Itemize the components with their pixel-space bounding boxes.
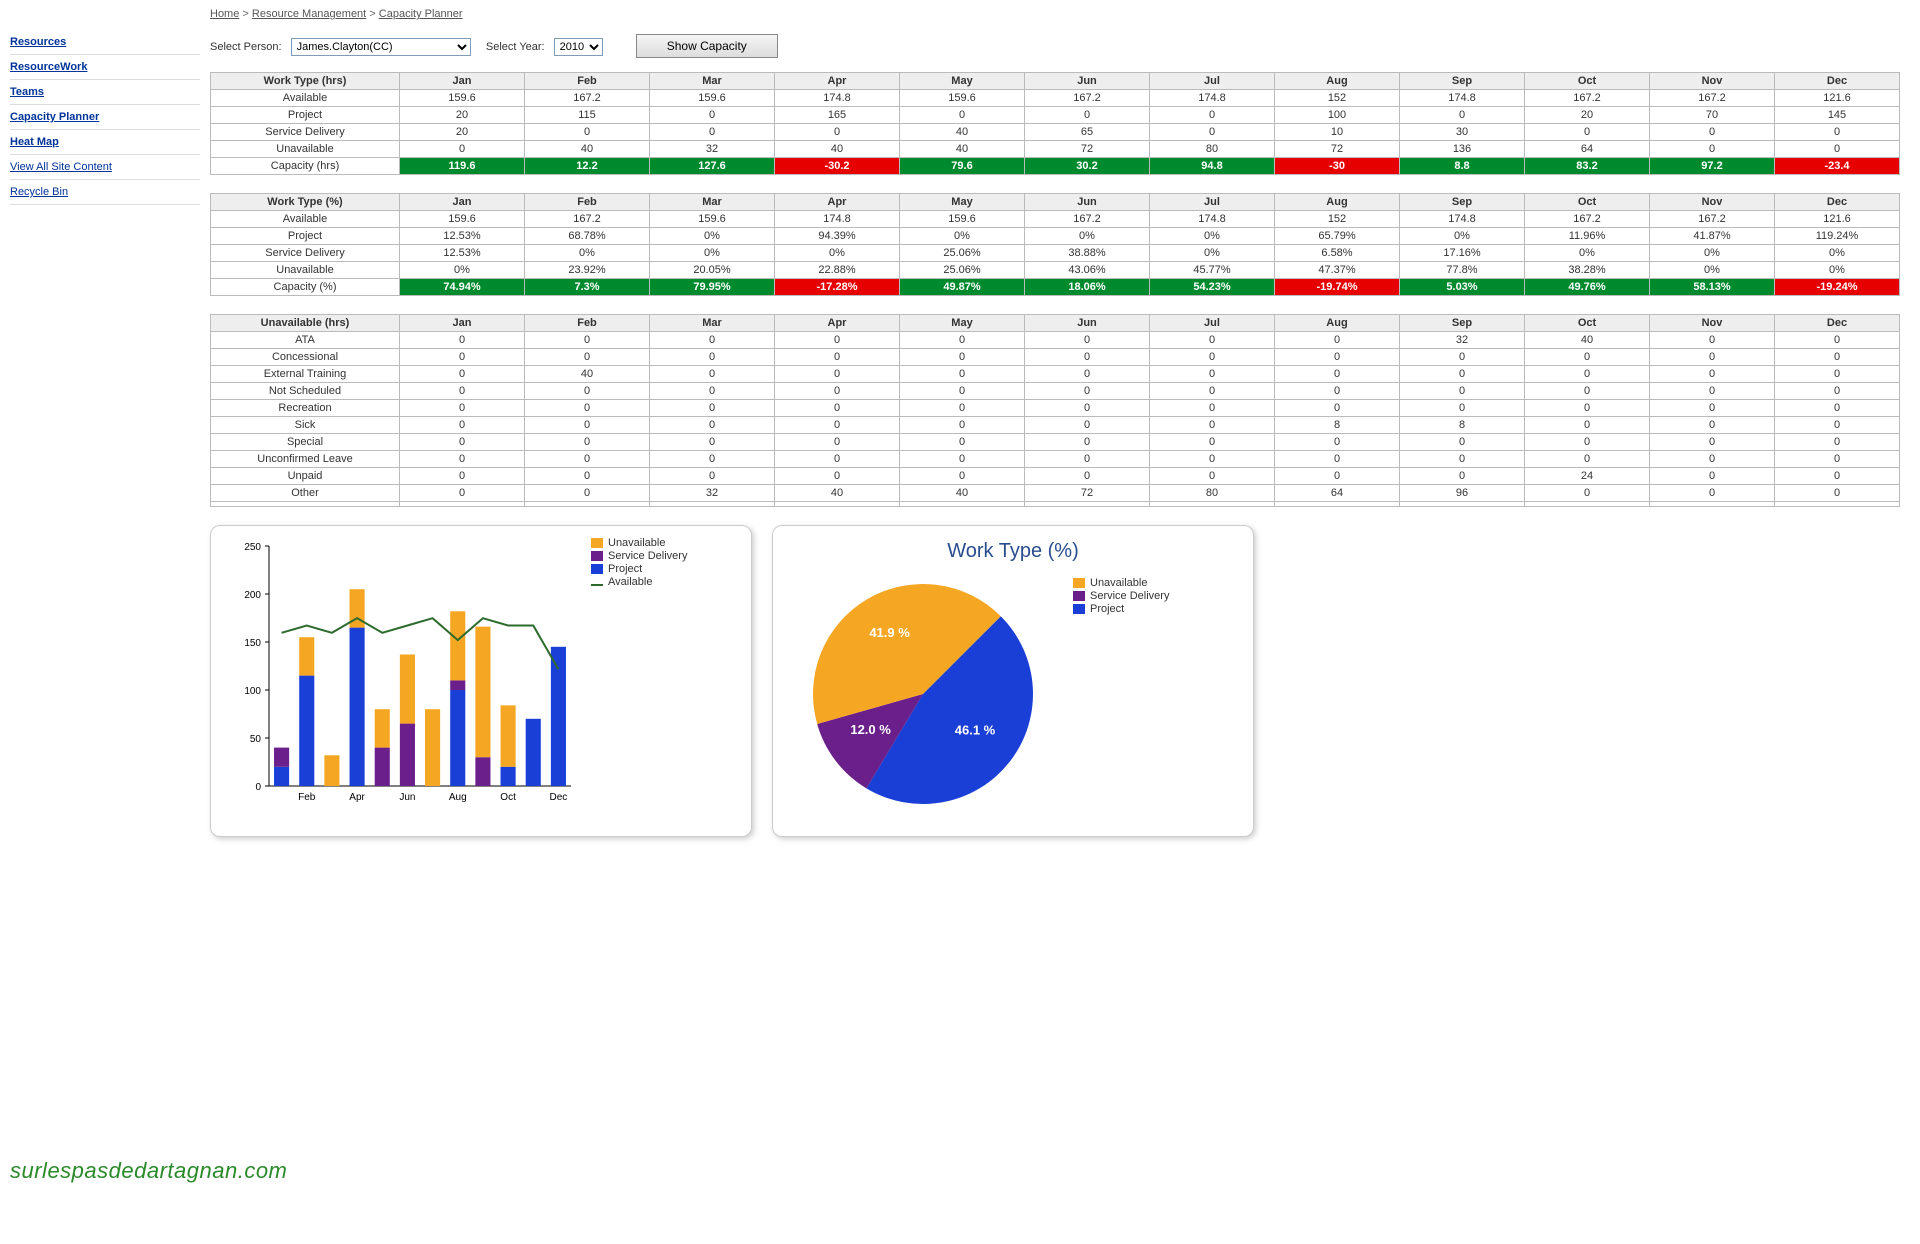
table-unavailable-hrs: Unavailable (hrs)JanFebMarAprMayJunJulAu… xyxy=(210,314,1900,507)
svg-text:100: 100 xyxy=(244,686,261,697)
bar-legend: Unavailable Service Delivery Project Ava… xyxy=(591,536,687,589)
sidebar-item-resources[interactable]: Resources xyxy=(10,30,200,55)
select-person-label: Select Person: xyxy=(210,41,282,53)
svg-text:41.9 %: 41.9 % xyxy=(869,625,910,640)
breadcrumb: Home > Resource Management > Capacity Pl… xyxy=(210,8,1900,20)
svg-text:0: 0 xyxy=(255,782,261,793)
sidebar-item-resourcework[interactable]: ResourceWork xyxy=(10,55,200,80)
sidebar-item-capacity-planner[interactable]: Capacity Planner xyxy=(10,105,200,130)
svg-text:250: 250 xyxy=(244,542,261,553)
show-capacity-button[interactable]: Show Capacity xyxy=(636,34,778,58)
svg-text:Oct: Oct xyxy=(500,792,516,803)
sidebar-item-teams[interactable]: Teams xyxy=(10,80,200,105)
controls: Select Person: James.Clayton(CC) Select … xyxy=(210,34,1900,58)
table-work-type-pct: Work Type (%)JanFebMarAprMayJunJulAugSep… xyxy=(210,193,1900,296)
svg-text:50: 50 xyxy=(250,734,262,745)
pie-legend: Unavailable Service Delivery Project xyxy=(1073,576,1169,616)
sidebar-item-recycle-bin[interactable]: Recycle Bin xyxy=(10,180,200,205)
table-work-type-hrs: Work Type (hrs)JanFebMarAprMayJunJulAugS… xyxy=(210,72,1900,175)
svg-text:Dec: Dec xyxy=(550,792,568,803)
svg-text:Aug: Aug xyxy=(449,792,467,803)
pie-chart-panel: Work Type (%) 46.1 % 12.0 % 41.9 % Unavail… xyxy=(772,525,1254,837)
bar-chart: 0 50 100 150 200 250 Feb Apr Jun Aug Oct Dec xyxy=(221,536,581,816)
svg-text:Jun: Jun xyxy=(399,792,415,803)
pie-title: Work Type (%) xyxy=(783,540,1243,563)
watermark: surlespasdedartagnan.com xyxy=(10,1158,287,1184)
breadcrumb-cp[interactable]: Capacity Planner xyxy=(379,8,463,20)
select-year-label: Select Year: xyxy=(486,41,545,53)
svg-text:200: 200 xyxy=(244,590,261,601)
svg-text:Feb: Feb xyxy=(298,792,316,803)
svg-text:Apr: Apr xyxy=(349,792,365,803)
pie-chart: 46.1 % 12.0 % 41.9 % xyxy=(783,569,1063,819)
svg-text:46.1 %: 46.1 % xyxy=(955,723,996,738)
sidebar: Resources ResourceWork Teams Capacity Pl… xyxy=(0,0,200,837)
sidebar-item-view-all[interactable]: View All Site Content xyxy=(10,155,200,180)
svg-text:12.0 %: 12.0 % xyxy=(850,722,891,737)
breadcrumb-home[interactable]: Home xyxy=(210,8,239,20)
select-year[interactable]: 2010 xyxy=(554,38,603,56)
select-person[interactable]: James.Clayton(CC) xyxy=(291,38,471,56)
bar-chart-panel: 0 50 100 150 200 250 Feb Apr Jun Aug Oct Dec Unavai… xyxy=(210,525,752,837)
sidebar-item-heat-map[interactable]: Heat Map xyxy=(10,130,200,155)
main-content: Home > Resource Management > Capacity Pl… xyxy=(200,0,1920,837)
breadcrumb-rm[interactable]: Resource Management xyxy=(252,8,366,20)
svg-text:150: 150 xyxy=(244,638,261,649)
